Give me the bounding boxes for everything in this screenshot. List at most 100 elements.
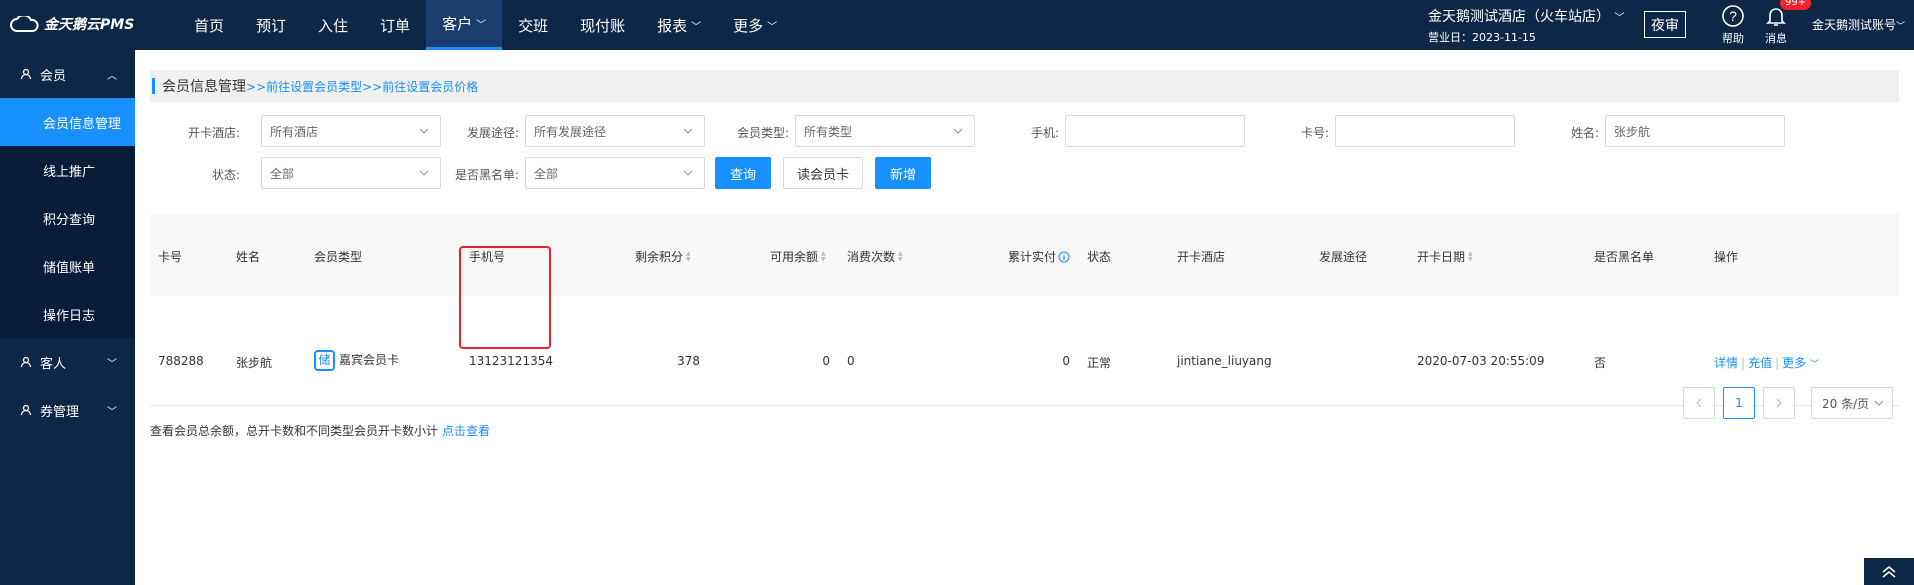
collapse-toggle[interactable]	[1864, 558, 1914, 585]
recharge-link[interactable]: 充值	[1748, 356, 1772, 370]
chevron-down-icon	[683, 170, 693, 176]
col-type: 会员类型	[314, 250, 363, 264]
sidebar-item-online-promo[interactable]: 线上推广	[0, 146, 135, 194]
night-audit-button[interactable]: 夜审	[1644, 11, 1686, 38]
blacklist-filter-label: 是否黑名单:	[454, 168, 519, 182]
channel-filter-select[interactable]: 所有发展途径	[525, 115, 705, 147]
nav-orders[interactable]: 订单	[364, 0, 426, 50]
next-page-button[interactable]	[1763, 387, 1795, 419]
cloud-logo-icon	[10, 16, 39, 32]
nav-cash-account-label: 现付账	[580, 16, 626, 35]
cell-phone: 13123121354	[469, 354, 553, 368]
sidebar-item-points-query[interactable]: 积分查询	[0, 194, 135, 242]
nav-more[interactable]: 更多 ﹀	[717, 0, 793, 50]
goto-member-price-link[interactable]: >>前往设置会员价格	[362, 78, 478, 95]
nav-cash-account[interactable]: 现付账	[564, 0, 641, 50]
add-member-button[interactable]: 新增	[875, 157, 931, 189]
nav-home[interactable]: 首页	[178, 0, 240, 50]
card-filter-input[interactable]	[1335, 115, 1515, 147]
query-button[interactable]: 查询	[715, 157, 771, 189]
nav-checkin[interactable]: 入住	[302, 0, 364, 50]
detail-link[interactable]: 详情	[1714, 356, 1738, 370]
phone-filter-input[interactable]	[1065, 115, 1245, 147]
user-icon	[20, 404, 32, 416]
chevron-down-icon: ﹀	[107, 358, 117, 370]
status-filter-label: 状态:	[211, 168, 240, 182]
page-size-select[interactable]: 20 条/页	[1811, 387, 1893, 419]
nav-customers[interactable]: 客户 ﹀	[426, 0, 503, 50]
app-logo[interactable]: 金天鹅云PMS	[10, 14, 134, 34]
hotel-filter-label: 开卡酒店:	[187, 126, 240, 140]
page-size-value: 20 条/页	[1822, 396, 1870, 411]
goto-member-type-link[interactable]: >>前往设置会员类型	[246, 78, 362, 95]
status-filter-select[interactable]: 全部	[261, 157, 441, 189]
info-icon[interactable]	[1058, 251, 1070, 263]
sidebar-item-member-info[interactable]: 会员信息管理	[0, 98, 135, 146]
cell-card: 788288	[158, 354, 204, 368]
chevron-down-icon: ﹀	[1614, 13, 1625, 24]
sort-icon: ▲ ▼	[898, 249, 903, 263]
chevron-left-icon	[1696, 398, 1702, 408]
col-card: 卡号	[158, 250, 183, 264]
messages-label: 消息	[1765, 32, 1787, 45]
sidebar-item-label: 积分查询	[43, 212, 96, 228]
user-icon	[20, 356, 32, 368]
sidebar-item-stored-value-bill[interactable]: 储值账单	[0, 242, 135, 290]
read-card-button[interactable]: 读会员卡	[783, 157, 863, 189]
col-balance[interactable]: 可用余额 ▲ ▼	[770, 248, 826, 265]
hotel-selector[interactable]: 金天鹅测试酒店（火车站店） ﹀ 营业日：2023-11-15	[1428, 6, 1624, 45]
account-menu[interactable]: 金天鹅测试账号﹀	[1812, 16, 1905, 33]
help-label: 帮助	[1722, 32, 1744, 45]
blacklist-filter-value: 全部	[534, 166, 559, 181]
sidebar-item-label: 储值账单	[43, 260, 96, 276]
sidebar-group-guest-label: 客人	[40, 356, 67, 372]
summary-text: 查看会员总余额，总开卡数和不同类型会员开卡数小计	[150, 424, 439, 438]
hotel-name: 金天鹅测试酒店（火车站店）	[1428, 9, 1610, 25]
cell-blacklist: 否	[1594, 356, 1607, 370]
col-date[interactable]: 开卡日期 ▲ ▼	[1417, 248, 1473, 265]
sidebar-group-member[interactable]: 会员 ︿	[0, 50, 135, 98]
col-count[interactable]: 消费次数 ▲ ▼	[847, 248, 903, 265]
summary-line: 查看会员总余额，总开卡数和不同类型会员开卡数小计 点击查看	[150, 422, 490, 439]
col-count-label: 消费次数	[847, 250, 896, 264]
business-date: 营业日：2023-11-15	[1428, 31, 1536, 44]
nav-shift[interactable]: 交班	[502, 0, 564, 50]
help-button[interactable]: ? 帮助	[1713, 4, 1753, 46]
sidebar-item-label: 会员信息管理	[43, 116, 122, 132]
sidebar-item-label: 操作日志	[43, 308, 96, 324]
phone-filter-label: 手机:	[1030, 126, 1059, 140]
chevron-up-icon	[1882, 565, 1896, 578]
account-name: 金天鹅测试账号	[1812, 18, 1897, 32]
more-actions-link[interactable]: 更多 ﹀	[1782, 356, 1819, 370]
page-number-button[interactable]: 1	[1723, 387, 1755, 419]
summary-view-link[interactable]: 点击查看	[442, 424, 490, 438]
sidebar-group-member-label: 会员	[40, 68, 67, 84]
sidebar-group-guest[interactable]: 客人 ﹀	[0, 338, 135, 386]
cell-points: 378	[677, 354, 700, 368]
member-type-filter-label: 会员类型:	[736, 126, 789, 140]
nav-booking[interactable]: 预订	[240, 0, 302, 50]
chevron-down-icon	[419, 170, 429, 176]
messages-button[interactable]: 99+ 消息	[1756, 0, 1812, 46]
sidebar-group-coupon[interactable]: 券管理 ﹀	[0, 386, 135, 434]
col-points[interactable]: 剩余积分 ▲ ▼	[635, 248, 691, 265]
name-filter-input[interactable]	[1605, 115, 1785, 147]
col-channel: 发展途径	[1319, 250, 1368, 264]
hotel-filter-value: 所有酒店	[270, 124, 319, 139]
sidebar-item-operation-log[interactable]: 操作日志	[0, 290, 135, 338]
top-bar: 金天鹅云PMS 首页 预订 入住 订单 客户 ﹀ 交班 现付账 报表 ﹀ 更多 ﹀ 金…	[0, 0, 1914, 50]
blacklist-filter-select[interactable]: 全部	[525, 157, 705, 189]
col-paid: 累计实付	[1008, 248, 1070, 265]
sidebar-group-coupon-label: 券管理	[40, 404, 80, 420]
hotel-filter-select[interactable]: 所有酒店	[261, 115, 441, 147]
table-row[interactable]: 788288 张步航 储嘉宾会员卡 13123121354 378 0 0 0 …	[150, 318, 1899, 406]
prev-page-button[interactable]	[1683, 387, 1715, 419]
nav-reports[interactable]: 报表 ﹀	[641, 0, 717, 50]
sort-icon: ▲ ▼	[686, 249, 691, 263]
col-status: 状态	[1087, 250, 1112, 264]
col-blacklist: 是否黑名单	[1594, 250, 1655, 264]
member-type-filter-select[interactable]: 所有类型	[795, 115, 975, 147]
help-icon: ?	[1722, 5, 1744, 27]
cell-balance: 0	[822, 354, 830, 368]
nav-shift-label: 交班	[518, 16, 549, 35]
